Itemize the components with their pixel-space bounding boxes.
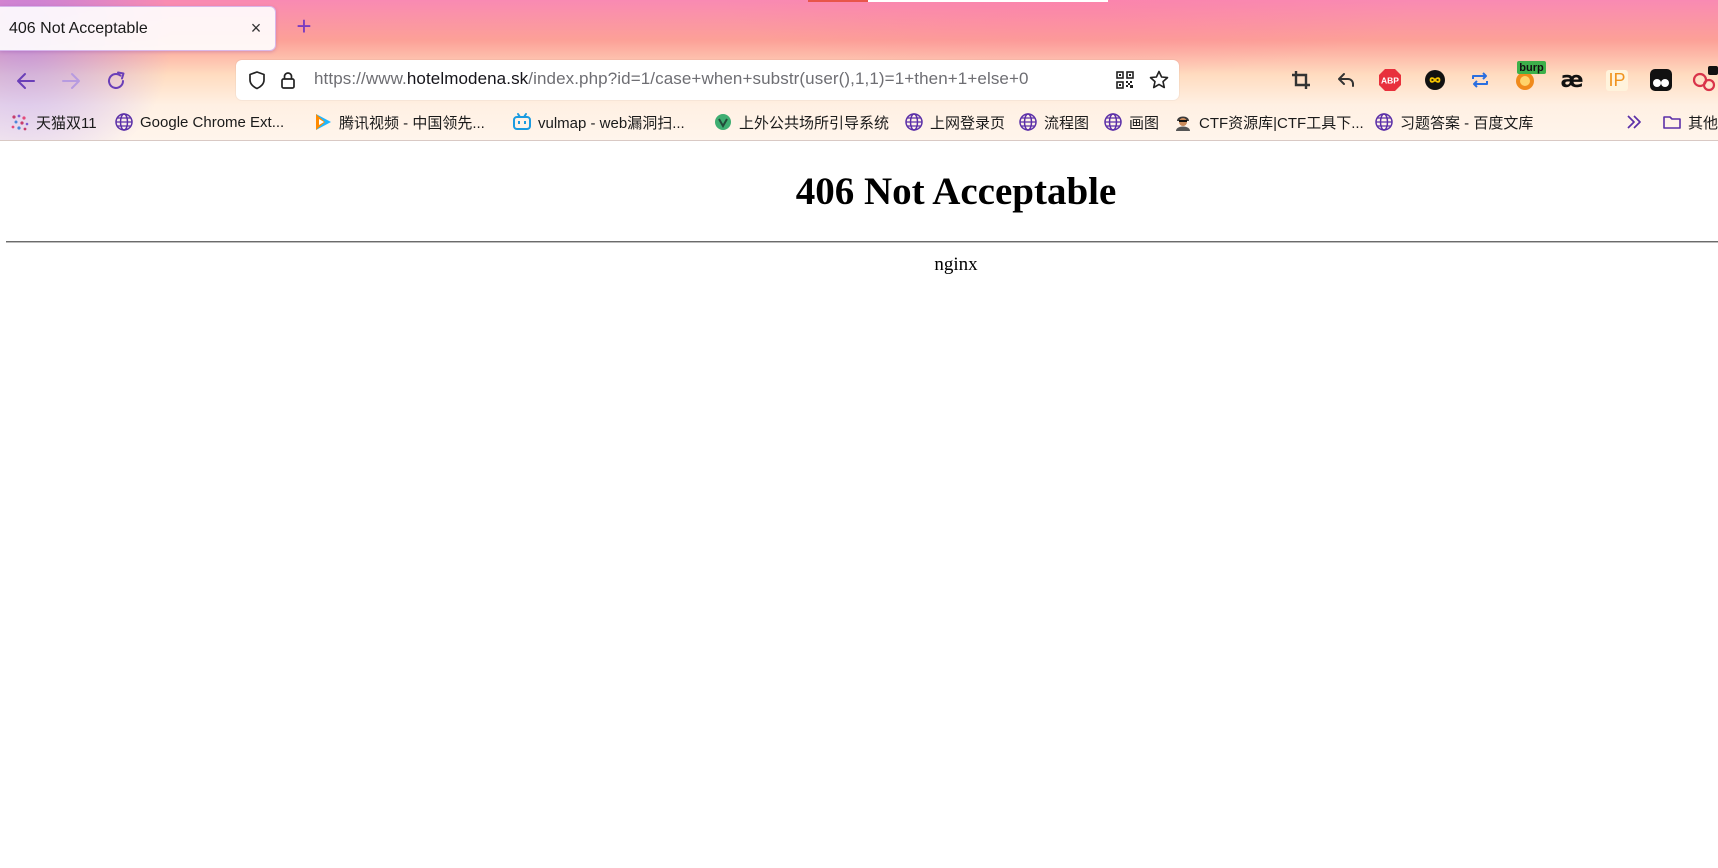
reload-icon [108,71,125,89]
ae-extension-icon[interactable]: æ [1558,66,1586,94]
adblock-label: ABP [1381,76,1399,86]
bookmark-item[interactable]: Google Chrome Ext... [114,110,284,134]
bookmark-item[interactable]: 画图 [1103,110,1159,134]
bookmark-label: 上外公共场所引导系统 [739,114,890,132]
bookmark-item[interactable]: 流程图 [1018,110,1089,134]
burp-badge-label: burp [1519,62,1544,74]
ip-extension-icon[interactable]: IP [1603,66,1631,94]
bookmark-label: CTF资源库|CTF工具下... [1199,114,1364,132]
back-arrow-icon [17,73,35,89]
loading-strip [808,0,868,2]
bilibili-icon [512,112,532,132]
globe-icon [114,112,134,132]
url-host: hotelmodena.sk [406,69,529,88]
error-heading: 406 Not Acceptable [795,170,1117,213]
profile-extension-icon[interactable] [1690,66,1718,94]
bookmark-star-icon[interactable] [1147,68,1171,92]
forward-arrow-icon [62,73,80,89]
bookmark-label: 流程图 [1044,114,1090,132]
undo-arrow-icon[interactable] [1332,66,1360,94]
server-signature: nginx [934,254,978,275]
forward-button[interactable] [54,64,88,98]
bookmark-item[interactable]: 习题答案 - 百度文库 [1374,110,1533,134]
infinity-extension-icon[interactable] [1421,66,1449,94]
horizontal-rule [6,241,1718,243]
bookmark-label: Google Chrome Ext... [140,113,285,131]
back-button[interactable] [9,64,43,98]
page-content: 406 Not Acceptable nginx [0,141,1718,868]
tab-title: 406 Not Acceptable [9,19,148,37]
folder-icon [1662,112,1682,132]
sync-repeat-icon[interactable] [1466,66,1494,94]
adblock-plus-icon[interactable]: ABP [1376,66,1404,94]
burp-extension-icon[interactable]: burp [1512,61,1546,90]
hacker-icon [1173,112,1193,132]
bookmark-item[interactable]: CTF资源库|CTF工具下... [1173,110,1364,134]
tab-close-icon[interactable]: × [245,17,267,39]
bookmark-item[interactable]: 上外公共场所引导系统 [713,110,889,134]
ip-label: IP [1606,69,1628,91]
url-fade [1076,60,1116,100]
bookmark-item[interactable]: 腾讯视频 - 中国领先... [313,110,485,134]
url-scheme: https://www. [314,69,407,88]
tab-active[interactable]: 406 Not Acceptable × [0,6,276,51]
globe-icon [904,112,924,132]
ae-label: æ [1560,67,1584,93]
bookmark-item[interactable]: 天猫双11 [10,110,97,134]
url-text[interactable]: https://www.hotelmodena.sk/index.php?id=… [314,69,1104,89]
bookmark-label: 画图 [1129,114,1160,132]
bookmark-label: vulmap - web漏洞扫... [538,114,685,132]
bookmarks-overflow-button[interactable] [1624,110,1644,134]
globe-icon [1103,112,1123,132]
tracking-shield-icon[interactable] [245,68,269,92]
globe-icon [1374,112,1394,132]
other-bookmarks-folder[interactable]: 其他书 [1662,110,1718,134]
loading-strip-light [868,0,1108,2]
bookmark-item[interactable]: vulmap - web漏洞扫... [512,110,685,134]
other-bookmarks-label: 其他书 [1688,114,1718,132]
qr-code-icon[interactable] [1113,68,1137,92]
globe-icon [1018,112,1038,132]
reload-button[interactable] [99,64,133,98]
tampermonkey-icon[interactable] [1647,66,1675,94]
lock-icon[interactable] [276,68,300,92]
tencent-video-icon [313,112,333,132]
url-bar[interactable]: https://www.hotelmodena.sk/index.php?id=… [236,60,1179,100]
new-tab-button[interactable]: + [290,12,318,40]
browser-window: 406 Not Acceptable × + https://www.hotel… [0,0,1718,868]
bookmark-label: 天猫双11 [36,114,97,132]
tmall-icon [10,112,30,132]
bookmarks-bar: 天猫双11 Google Chrome Ext... 腾讯视频 - 中国领先..… [0,106,1718,139]
bookmark-item[interactable]: 上网登录页 [904,110,1005,134]
url-path: /index.php?id=1/case+when+substr(user(),… [528,69,1029,88]
bookmark-label: 习题答案 - 百度文库 [1400,114,1534,132]
chrome-divider [0,140,1718,141]
bookmark-label: 腾讯视频 - 中国领先... [339,114,485,132]
bookmark-label: 上网登录页 [930,114,1006,132]
crop-screenshot-icon[interactable] [1287,66,1315,94]
chevron-double-right-icon [1627,115,1641,129]
vue-icon [713,112,733,132]
